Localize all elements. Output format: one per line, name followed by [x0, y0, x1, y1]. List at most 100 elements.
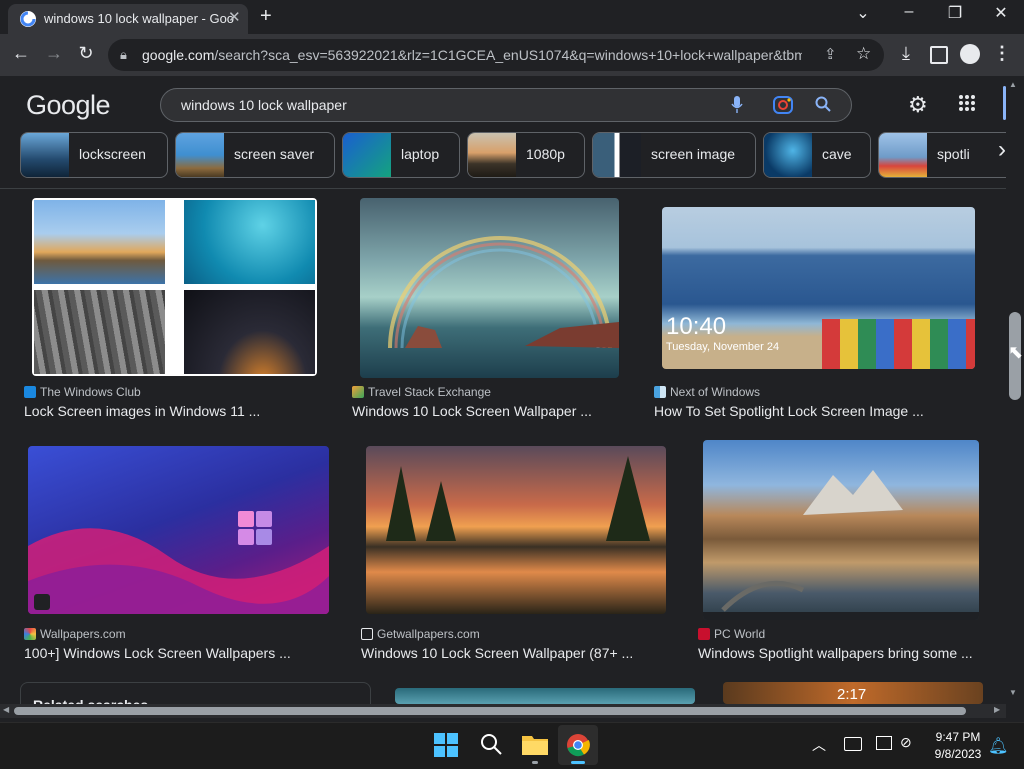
result-image-1[interactable]	[32, 198, 317, 376]
start-windows-icon[interactable]	[434, 733, 458, 762]
chip-label: 1080p	[526, 146, 565, 162]
trees-graphic	[386, 456, 650, 541]
file-explorer-icon[interactable]	[522, 733, 548, 760]
collage-tile-tree-bark	[34, 290, 165, 374]
chip-thumbnail	[593, 133, 641, 177]
chip-label: cave	[822, 146, 852, 162]
search-icon[interactable]	[815, 96, 831, 117]
related-searches-panel[interactable]: Related searches	[20, 682, 371, 705]
result-image-6[interactable]	[703, 440, 979, 620]
browser-toolbar: ← → ↻ 🔒︎ google.com/search?sca_esv=56392…	[0, 34, 1024, 76]
lock-icon[interactable]: 🔒︎	[120, 47, 127, 63]
result-title-3[interactable]: How To Set Spotlight Lock Screen Image .…	[654, 403, 924, 419]
tray-chevron-up-icon[interactable]: ︿	[812, 735, 826, 755]
display-icon[interactable]	[876, 736, 892, 750]
chip-thumbnail	[879, 133, 927, 177]
browser-tab[interactable]: windows 10 lock wallpaper - Goo ✕	[8, 4, 248, 34]
voice-search-icon[interactable]	[731, 96, 743, 119]
chip-thumbnail	[176, 133, 224, 177]
chip-screen-image[interactable]: screen image	[592, 132, 756, 178]
chip-thumbnail	[343, 133, 391, 177]
result-title-2[interactable]: Windows 10 Lock Screen Wallpaper ...	[352, 403, 592, 419]
result-source-6[interactable]: PC World	[698, 627, 765, 641]
tab-strip: windows 10 lock wallpaper - Goo ✕ + ⌄ – …	[0, 0, 1024, 34]
result-title-4[interactable]: 100+] Windows Lock Screen Wallpapers ...	[24, 645, 291, 661]
scroll-down-arrow-icon[interactable]: ▼	[1009, 688, 1017, 697]
lockscreen-time: 10:40	[666, 313, 727, 340]
scroll-right-arrow-icon[interactable]: ▶	[994, 705, 1000, 714]
result-source-4[interactable]: Wallpapers.com	[24, 627, 126, 641]
download-icon[interactable]: ⤓	[894, 43, 918, 64]
taskbar-search-icon[interactable]	[479, 732, 503, 761]
rainbow-graphic	[388, 236, 619, 349]
search-input[interactable]: windows 10 lock wallpaper	[160, 88, 852, 122]
source-favicon-icon	[654, 386, 666, 398]
mouse-cursor-icon: ⬉	[1008, 342, 1024, 362]
google-favicon-icon	[20, 11, 36, 27]
horizontal-scrollbar[interactable]: ◀ ▶	[0, 704, 1006, 718]
image-badge-icon	[34, 594, 50, 610]
result-image-5[interactable]	[366, 446, 666, 614]
result-image-7[interactable]	[395, 688, 695, 704]
battery-status-icon[interactable]: ⊘	[900, 734, 912, 751]
horizontal-scroll-thumb[interactable]	[14, 707, 966, 715]
close-tab-icon[interactable]: ✕	[228, 8, 241, 26]
address-bar[interactable]: 🔒︎ google.com/search?sca_esv=563922021&r…	[108, 39, 884, 71]
chip-label: lockscreen	[79, 146, 146, 162]
result-image-4[interactable]	[28, 446, 329, 614]
clock-date: 9/8/2023	[934, 747, 982, 761]
chip-label: spotli	[937, 146, 970, 162]
settings-gear-icon[interactable]: ⚙	[908, 92, 928, 118]
result-source-2[interactable]: Travel Stack Exchange	[352, 385, 491, 399]
forward-icon[interactable]: →	[42, 43, 66, 64]
scroll-up-arrow-icon[interactable]: ▲	[1009, 80, 1017, 89]
result-image-8[interactable]: 2:17	[723, 682, 983, 704]
lens-search-icon[interactable]	[773, 96, 793, 119]
windows-taskbar: ︿ ⊘ 9:47 PM 9/8/2023 🔔︎	[0, 722, 1024, 769]
search-query-text[interactable]: windows 10 lock wallpaper	[181, 97, 347, 113]
bookmark-star-icon[interactable]: ☆	[856, 44, 871, 64]
mountain-graphic	[703, 470, 979, 620]
close-window-icon[interactable]: ✕	[989, 3, 1013, 23]
network-disconnected-icon[interactable]	[844, 737, 862, 751]
new-tab-icon[interactable]: +	[260, 5, 272, 28]
restore-icon[interactable]: ❐	[943, 3, 967, 23]
chip-label: laptop	[401, 146, 440, 162]
notification-bell-icon[interactable]: 🔔︎	[988, 736, 1008, 756]
tab-search-chevron-icon[interactable]: ⌄	[851, 3, 875, 23]
result-source-1[interactable]: The Windows Club	[24, 385, 141, 399]
clock-time: 9:47 PM	[935, 730, 981, 744]
share-icon[interactable]: ⇪	[824, 45, 837, 63]
explorer-running-indicator	[532, 761, 538, 764]
chip-lockscreen[interactable]: lockscreen	[20, 132, 168, 178]
chip-screen-saver[interactable]: screen saver	[175, 132, 335, 178]
chip-cave[interactable]: cave	[763, 132, 871, 178]
menu-kebab-icon[interactable]: ⋮	[990, 43, 1014, 64]
scroll-left-arrow-icon[interactable]: ◀	[3, 705, 9, 714]
chip-1080p[interactable]: 1080p	[467, 132, 585, 178]
profile-avatar[interactable]	[960, 44, 980, 64]
side-panel-icon[interactable]	[930, 46, 948, 64]
taskbar-clock[interactable]: 9:47 PM 9/8/2023	[928, 730, 988, 761]
result-title-6[interactable]: Windows Spotlight wallpapers bring some …	[698, 645, 973, 661]
url-text[interactable]: google.com/search?sca_esv=563922021&rlz=…	[142, 47, 802, 63]
apps-grid-icon[interactable]	[958, 94, 976, 117]
chips-next-chevron-icon[interactable]: ›	[978, 136, 1006, 172]
result-title-5[interactable]: Windows 10 Lock Screen Wallpaper (87+ ..…	[361, 645, 633, 661]
result-image-2[interactable]	[360, 198, 619, 378]
chrome-taskbar-button[interactable]	[558, 725, 598, 765]
google-logo[interactable]: Google	[26, 90, 111, 121]
source-favicon-icon	[698, 628, 710, 640]
minimize-icon[interactable]: –	[897, 3, 921, 21]
result-source-5[interactable]: Getwallpapers.com	[361, 627, 480, 641]
google-header: Google windows 10 lock wallpaper ⚙ locks…	[0, 76, 1009, 189]
chrome-icon	[566, 733, 590, 762]
result-source-3[interactable]: Next of Windows	[654, 385, 760, 399]
vertical-scrollbar[interactable]: ▲ ▼	[1006, 76, 1024, 704]
result-image-3[interactable]: 10:40 Tuesday, November 24	[662, 207, 975, 369]
result-title-1[interactable]: Lock Screen images in Windows 11 ...	[24, 403, 260, 419]
collage-tile-beach	[34, 200, 165, 284]
reload-icon[interactable]: ↻	[74, 43, 98, 64]
chip-laptop[interactable]: laptop	[342, 132, 460, 178]
back-icon[interactable]: ←	[9, 43, 33, 64]
